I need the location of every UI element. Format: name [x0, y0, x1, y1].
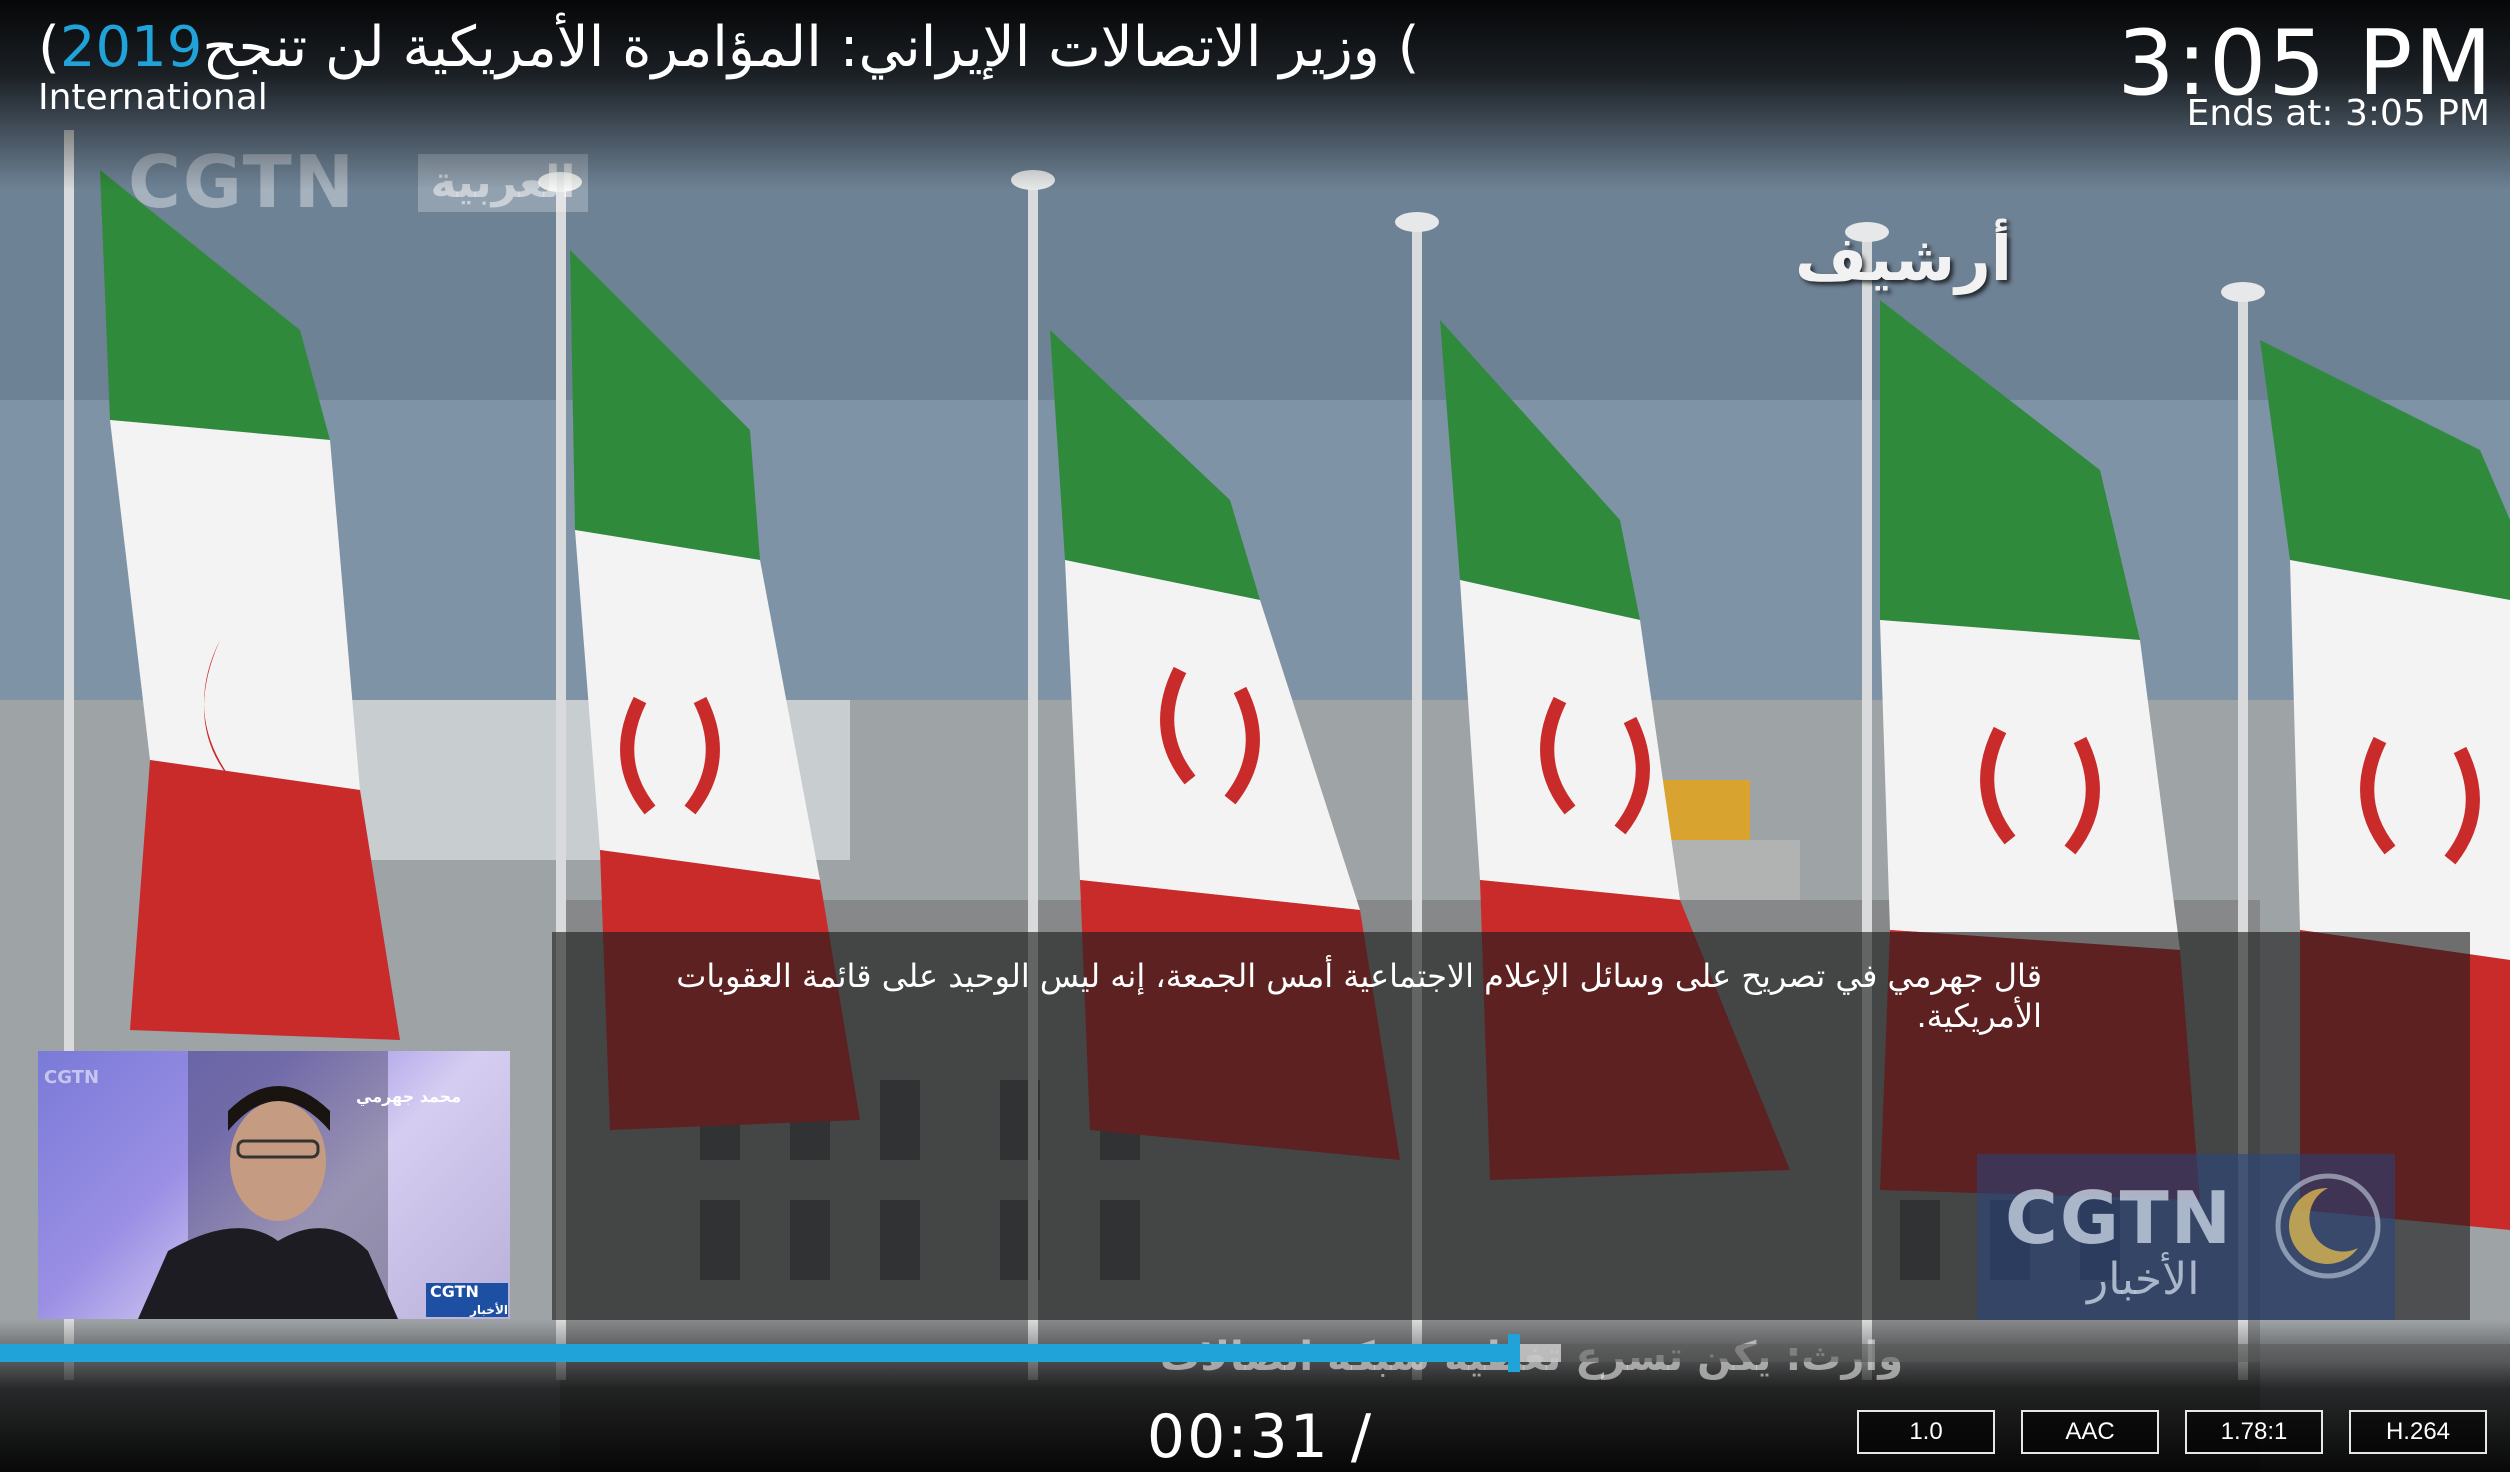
- seek-bar-handle[interactable]: [1507, 1334, 1520, 1372]
- seek-bar-progress: [0, 1344, 1514, 1362]
- description-panel: قال جهرمي في تصريح على وسائل الإعلام الا…: [552, 932, 2470, 1320]
- thumbnail-image: CGTN محمد جهرمي CGTN الأخبار: [38, 1051, 510, 1319]
- thumbnail-logo-sub: الأخبار: [469, 1303, 508, 1317]
- cgtn-news-logo-sub: الأخبار: [2087, 1254, 2200, 1305]
- cgtn-news-logo-name: CGTN: [2005, 1176, 2234, 1260]
- thumbnail-person-name: محمد جهرمي: [356, 1087, 462, 1106]
- cgtn-news-logo: CGTN الأخبار: [1977, 1154, 2395, 1320]
- playback-time: 00:31 / 00:52: [1146, 1402, 1374, 1472]
- flag-audio-codec: AAC: [2021, 1410, 2159, 1454]
- thumbnail-logo-name: CGTN: [430, 1282, 479, 1301]
- description-text: قال جهرمي في تصريح على وسائل الإعلام الا…: [676, 957, 2042, 1035]
- seek-bar[interactable]: [0, 1334, 2510, 1372]
- channel-name: International: [38, 77, 268, 118]
- flag-aspect-ratio: 1.78:1: [2185, 1410, 2323, 1454]
- title-text: وزير الاتصالات الإيراني: المؤامرة الأمري…: [202, 15, 1420, 80]
- video-player[interactable]: CGTN العربية أرشيف (2019وزير الاتصالات ا…: [0, 0, 2510, 1472]
- thumbnail-cgtn-logo: CGTN الأخبار: [426, 1283, 508, 1317]
- flag-video-speed: 1.0: [1857, 1410, 1995, 1454]
- title-year: 2019: [59, 15, 203, 80]
- archive-label: أرشيف: [1795, 222, 2013, 295]
- thumbnail-cgtn-watermark: CGTN: [44, 1067, 100, 1088]
- crescent-icon: [2275, 1173, 2381, 1279]
- title-prefix: (: [38, 15, 60, 80]
- ends-at-label: Ends at: 3:05 PM: [2186, 93, 2490, 134]
- stream-info-flags: 1.0 AAC 1.78:1 H.264: [1857, 1410, 2487, 1454]
- flag-video-codec: H.264: [2349, 1410, 2487, 1454]
